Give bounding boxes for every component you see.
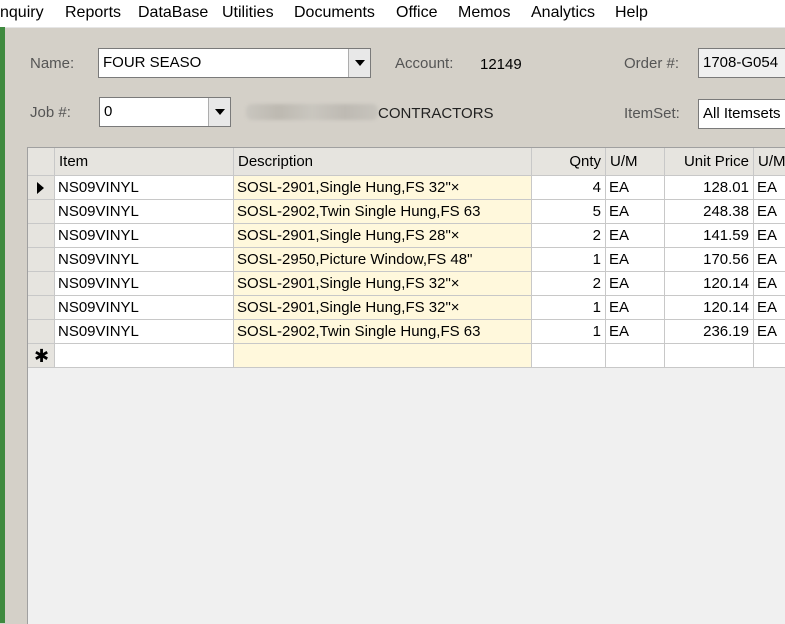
cell-um-2[interactable]: EA xyxy=(754,224,785,248)
cell-description[interactable] xyxy=(234,344,532,368)
cell-description[interactable]: SOSL-2902,Twin Single Hung,FS 63 xyxy=(234,320,532,344)
menu-memos[interactable]: Memos xyxy=(458,4,510,22)
cell-item[interactable]: NS09VINYL xyxy=(55,320,234,344)
row-selector[interactable] xyxy=(28,320,55,344)
cell-um-2[interactable]: EA xyxy=(754,320,785,344)
cell-description[interactable]: SOSL-2902,Twin Single Hung,FS 63 xyxy=(234,200,532,224)
cell-um[interactable]: EA xyxy=(606,248,665,272)
cell-description[interactable]: SOSL-2950,Picture Window,FS 48" xyxy=(234,248,532,272)
cell-description[interactable]: SOSL-2901,Single Hung,FS 32"× xyxy=(234,176,532,200)
row-selector[interactable] xyxy=(28,272,55,296)
menu-utilities[interactable]: Utilities xyxy=(222,4,274,22)
cell-unit-price[interactable] xyxy=(665,344,754,368)
cell-unit-price[interactable]: 120.14 xyxy=(665,296,754,320)
cell-unit-price[interactable]: 170.56 xyxy=(665,248,754,272)
cell-um-2[interactable] xyxy=(754,344,785,368)
cell-qnty[interactable]: 2 xyxy=(532,272,606,296)
cell-unit-price[interactable]: 248.38 xyxy=(665,200,754,224)
cell-qnty[interactable]: 2 xyxy=(532,224,606,248)
name-combo[interactable]: FOUR SEASO xyxy=(98,48,371,78)
menu-bar: nquiry Reports DataBase Utilities Docume… xyxy=(0,0,785,28)
order-number-field[interactable]: 1708-G054 xyxy=(698,48,785,78)
current-row-pointer-icon xyxy=(37,182,44,194)
cell-unit-price[interactable]: 120.14 xyxy=(665,272,754,296)
cell-um-2[interactable]: EA xyxy=(754,296,785,320)
window-accent-strip xyxy=(0,27,5,623)
job-description: CONTRACTORS xyxy=(378,105,494,122)
cell-item[interactable]: NS09VINYL xyxy=(55,200,234,224)
menu-database[interactable]: DataBase xyxy=(138,4,208,22)
cell-qnty[interactable]: 1 xyxy=(532,296,606,320)
name-combo-value: FOUR SEASO xyxy=(103,54,202,71)
name-label: Name: xyxy=(30,55,75,72)
grid-corner-header xyxy=(28,148,55,176)
order-number-value: 1708-G054 xyxy=(703,54,779,71)
col-header-description[interactable]: Description xyxy=(234,148,532,176)
cell-unit-price[interactable]: 128.01 xyxy=(665,176,754,200)
row-selector[interactable] xyxy=(28,248,55,272)
chevron-down-icon xyxy=(215,109,225,115)
cell-um-2[interactable]: EA xyxy=(754,248,785,272)
job-combo[interactable]: 0 xyxy=(99,97,231,127)
col-header-unit-price[interactable]: Unit Price xyxy=(665,148,754,176)
cell-item[interactable]: NS09VINYL xyxy=(55,224,234,248)
cell-um-2[interactable]: EA xyxy=(754,200,785,224)
cell-item[interactable]: NS09VINYL xyxy=(55,176,234,200)
cell-qnty[interactable]: 1 xyxy=(532,248,606,272)
job-dropdown-button[interactable] xyxy=(208,98,230,126)
row-selector[interactable] xyxy=(28,296,55,320)
cell-um[interactable]: EA xyxy=(606,296,665,320)
cell-unit-price[interactable]: 141.59 xyxy=(665,224,754,248)
cell-description[interactable]: SOSL-2901,Single Hung,FS 28"× xyxy=(234,224,532,248)
col-header-item[interactable]: Item xyxy=(55,148,234,176)
new-row-icon: ✱ xyxy=(34,346,50,366)
chevron-down-icon xyxy=(355,60,365,66)
cell-qnty[interactable] xyxy=(532,344,606,368)
itemset-combo-value: All Itemsets xyxy=(703,105,781,122)
cell-item[interactable]: NS09VINYL xyxy=(55,296,234,320)
row-selector[interactable] xyxy=(28,200,55,224)
name-dropdown-button[interactable] xyxy=(348,49,370,77)
new-row-selector[interactable]: ✱ xyxy=(28,344,55,368)
order-lines-grid[interactable]: Item Description Qnty U/M Unit Price U/M… xyxy=(27,147,785,624)
order-label: Order #: xyxy=(624,55,680,72)
cell-qnty[interactable]: 5 xyxy=(532,200,606,224)
menu-documents[interactable]: Documents xyxy=(294,4,375,22)
cell-item[interactable] xyxy=(55,344,234,368)
menu-analytics[interactable]: Analytics xyxy=(531,4,595,22)
cell-um-2[interactable]: EA xyxy=(754,176,785,200)
cell-um[interactable] xyxy=(606,344,665,368)
account-label: Account: xyxy=(395,55,454,72)
cell-um[interactable]: EA xyxy=(606,320,665,344)
col-header-um[interactable]: U/M xyxy=(606,148,665,176)
cell-description[interactable]: SOSL-2901,Single Hung,FS 32"× xyxy=(234,296,532,320)
cell-um[interactable]: EA xyxy=(606,224,665,248)
cell-um[interactable]: EA xyxy=(606,200,665,224)
cell-item[interactable]: NS09VINYL xyxy=(55,272,234,296)
cell-um-2[interactable]: EA xyxy=(754,272,785,296)
row-selector[interactable] xyxy=(28,176,55,200)
menu-office[interactable]: Office xyxy=(396,4,438,22)
menu-reports[interactable]: Reports xyxy=(65,4,121,22)
itemset-label: ItemSet: xyxy=(624,105,680,122)
cell-qnty[interactable]: 4 xyxy=(532,176,606,200)
job-label: Job #: xyxy=(30,104,71,121)
col-header-um-2[interactable]: U/M xyxy=(754,148,785,176)
cell-um[interactable]: EA xyxy=(606,176,665,200)
job-combo-value: 0 xyxy=(104,103,113,120)
col-header-qnty[interactable]: Qnty xyxy=(532,148,606,176)
menu-inquiry[interactable]: nquiry xyxy=(0,4,44,22)
cell-um[interactable]: EA xyxy=(606,272,665,296)
account-value: 12149 xyxy=(480,56,522,73)
cell-unit-price[interactable]: 236.19 xyxy=(665,320,754,344)
menu-help[interactable]: Help xyxy=(615,4,648,22)
cell-item[interactable]: NS09VINYL xyxy=(55,248,234,272)
row-selector[interactable] xyxy=(28,224,55,248)
redacted-job-name xyxy=(246,104,378,120)
itemset-combo[interactable]: All Itemsets xyxy=(698,99,785,129)
cell-qnty[interactable]: 1 xyxy=(532,320,606,344)
cell-description[interactable]: SOSL-2901,Single Hung,FS 32"× xyxy=(234,272,532,296)
